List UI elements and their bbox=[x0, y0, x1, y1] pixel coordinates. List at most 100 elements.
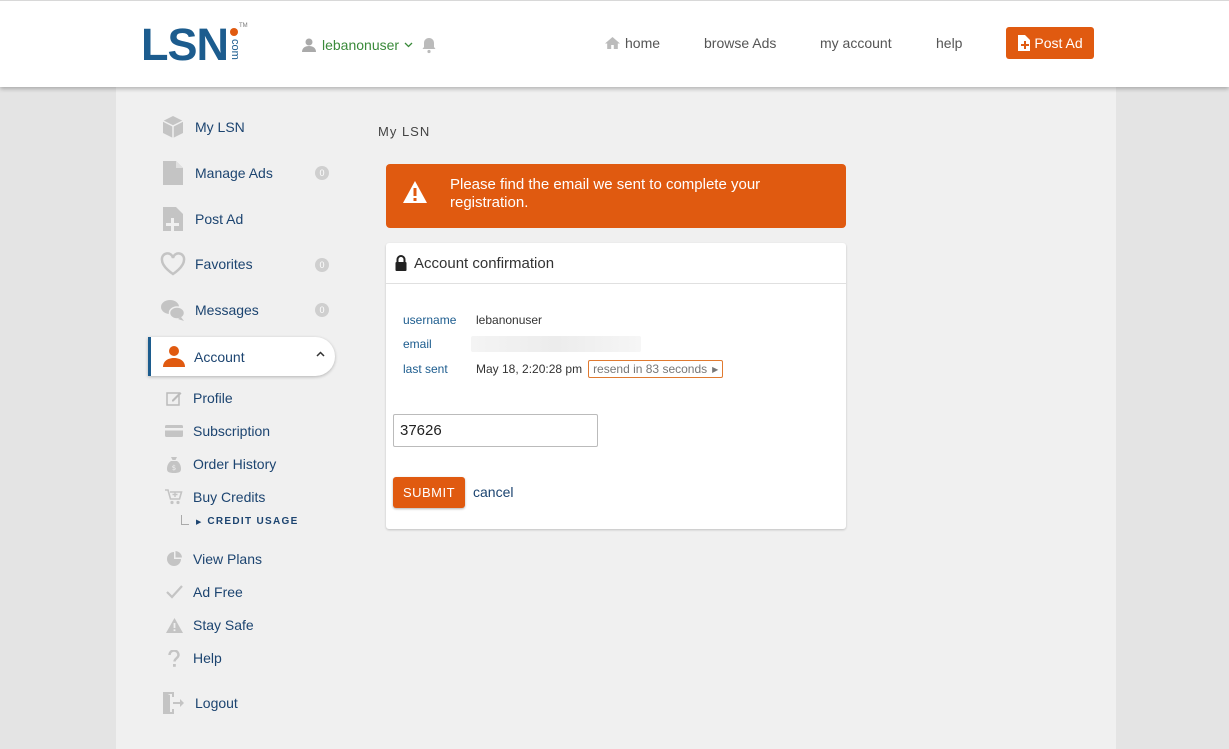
last-sent-row: last sent May 18, 2:20:28 pm resend in 8… bbox=[403, 360, 724, 378]
last-sent-label: last sent bbox=[403, 362, 448, 376]
caret-right-icon: ▶ bbox=[712, 364, 719, 374]
heart-icon bbox=[160, 251, 186, 277]
file-plus-icon bbox=[160, 206, 186, 232]
post-ad-button[interactable]: Post Ad bbox=[1006, 27, 1094, 59]
pie-chart-icon bbox=[165, 550, 183, 568]
lock-icon bbox=[395, 255, 407, 271]
sidebar-label: Post Ad bbox=[195, 211, 244, 227]
sidebar-item-my-lsn[interactable]: My LSN bbox=[160, 112, 245, 142]
sidebar-item-favorites[interactable]: Favorites bbox=[160, 249, 253, 279]
nav-my-account[interactable]: my account bbox=[820, 35, 892, 51]
nav-home[interactable]: home bbox=[604, 35, 660, 51]
sidebar-label: Manage Ads bbox=[195, 165, 273, 181]
card-title: Account confirmation bbox=[414, 254, 555, 272]
sidebar-sub-credit-usage[interactable]: ▶ CREDIT USAGE bbox=[181, 514, 299, 527]
sidebar-sub-ad-free[interactable]: Ad Free bbox=[165, 581, 243, 603]
username-value: lebanonuser bbox=[476, 313, 543, 327]
post-ad-label: Post Ad bbox=[1034, 35, 1083, 51]
username-label: username bbox=[403, 313, 457, 327]
logo-dot bbox=[230, 28, 238, 36]
nav-help[interactable]: help bbox=[936, 35, 962, 51]
page-title: My LSN bbox=[378, 124, 431, 139]
username-row: username lebanonuser bbox=[403, 311, 542, 329]
email-label: email bbox=[403, 337, 432, 351]
sidebar-item-messages[interactable]: Messages bbox=[160, 295, 259, 325]
resend-label: resend in 83 seconds bbox=[593, 362, 708, 376]
registration-alert: Please find the email we sent to complet… bbox=[386, 164, 846, 228]
sidebar-sub-label: View Plans bbox=[193, 551, 263, 567]
caret-right-icon: ▶ bbox=[196, 518, 202, 526]
nav-help-label: help bbox=[936, 35, 963, 51]
svg-text:$: $ bbox=[172, 464, 176, 472]
chevron-down-icon bbox=[404, 42, 413, 48]
user-menu[interactable]: lebanonuser bbox=[301, 37, 413, 53]
sidebar-sub-label: Buy Credits bbox=[193, 489, 266, 505]
sidebar-sub-label: Subscription bbox=[193, 423, 271, 439]
nav-account-label: my account bbox=[820, 35, 892, 51]
edit-icon bbox=[165, 389, 183, 407]
logo-com: com bbox=[229, 39, 241, 60]
confirmation-code-input[interactable] bbox=[393, 414, 598, 447]
logout-icon bbox=[160, 690, 186, 716]
cube-icon bbox=[160, 114, 186, 140]
sidebar-label: Favorites bbox=[195, 256, 253, 272]
sidebar-sub-label: Order History bbox=[193, 456, 277, 472]
favorites-count-badge: 0 bbox=[315, 258, 329, 272]
check-icon bbox=[165, 583, 183, 601]
sidebar-sub-subscription[interactable]: Subscription bbox=[165, 420, 270, 442]
sidebar-sub-buy-credits[interactable]: Buy Credits bbox=[165, 486, 265, 508]
alert-text: Please find the email we sent to complet… bbox=[450, 176, 761, 211]
file-plus-icon bbox=[1018, 35, 1031, 51]
sidebar-label: Messages bbox=[195, 302, 259, 318]
cart-icon bbox=[165, 488, 183, 506]
last-sent-value: May 18, 2:20:28 pm bbox=[476, 362, 583, 376]
warning-icon bbox=[403, 181, 427, 203]
sidebar-label: Account bbox=[194, 348, 245, 365]
card-header: Account confirmation bbox=[386, 243, 846, 284]
lsn-logo[interactable]: LSN TM com bbox=[141, 19, 248, 70]
nav-browse-label: browse Ads bbox=[704, 35, 777, 51]
money-bag-icon: $ bbox=[165, 455, 183, 473]
sidebar-sub-view-plans[interactable]: View Plans bbox=[165, 548, 262, 570]
home-icon bbox=[605, 37, 620, 49]
submit-button[interactable]: SUBMIT bbox=[393, 477, 465, 508]
nav-home-label: home bbox=[625, 35, 661, 51]
sidebar-sub-order-history[interactable]: $ Order History bbox=[165, 453, 276, 475]
credit-usage-label: CREDIT USAGE bbox=[207, 516, 299, 527]
sidebar-sub-profile[interactable]: Profile bbox=[165, 387, 233, 409]
question-icon bbox=[165, 649, 183, 667]
credit-card-icon bbox=[165, 422, 183, 440]
tree-elbow bbox=[181, 514, 189, 525]
chevron-up-icon bbox=[316, 351, 325, 357]
sidebar-item-manage-ads[interactable]: Manage Ads bbox=[160, 158, 273, 188]
sidebar-item-account[interactable]: Account bbox=[148, 337, 335, 376]
site-header: LSN TM com lebanonuser home browse Ads m… bbox=[0, 0, 1229, 87]
resend-button[interactable]: resend in 83 seconds ▶ bbox=[588, 360, 724, 378]
logo-text: LSN bbox=[141, 19, 229, 70]
email-value-redacted bbox=[471, 336, 641, 352]
user-icon bbox=[302, 38, 316, 52]
sidebar-sub-label: Help bbox=[193, 650, 222, 666]
sidebar-sub-label: Profile bbox=[193, 390, 233, 406]
chat-icon bbox=[160, 297, 186, 323]
sidebar-sub-label: Ad Free bbox=[193, 584, 243, 600]
logo-tm: TM bbox=[239, 23, 248, 29]
sidebar-sub-help[interactable]: Help bbox=[165, 647, 222, 669]
sidebar-item-post-ad[interactable]: Post Ad bbox=[160, 204, 243, 234]
bell-icon[interactable] bbox=[420, 36, 438, 54]
sidebar-sub-stay-safe[interactable]: Stay Safe bbox=[165, 614, 254, 636]
file-icon bbox=[160, 160, 186, 186]
cancel-link[interactable]: cancel bbox=[473, 484, 513, 500]
manage-ads-count-badge: 0 bbox=[315, 166, 329, 180]
email-row: email bbox=[403, 335, 641, 353]
sidebar-sub-label: Stay Safe bbox=[193, 617, 254, 633]
user-icon bbox=[163, 346, 185, 367]
sidebar-label: My LSN bbox=[195, 119, 245, 135]
sidebar-label: Logout bbox=[195, 695, 238, 711]
account-confirmation-card: Account confirmation username lebanonuse… bbox=[386, 243, 846, 529]
sidebar-item-logout[interactable]: Logout bbox=[160, 688, 238, 718]
warning-icon bbox=[165, 616, 183, 634]
nav-browse-ads[interactable]: browse Ads bbox=[704, 35, 776, 51]
messages-count-badge: 0 bbox=[315, 303, 329, 317]
username-link: lebanonuser bbox=[322, 37, 400, 53]
